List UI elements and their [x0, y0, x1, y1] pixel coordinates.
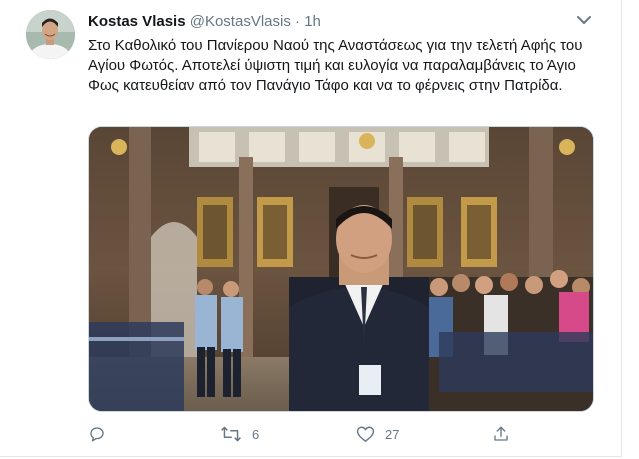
retweet-count: 6	[252, 426, 260, 442]
more-options-button[interactable]	[573, 12, 595, 28]
tweet-photo[interactable]	[88, 126, 594, 412]
retweet-button[interactable]: 6	[220, 424, 259, 444]
share-icon	[494, 426, 508, 441]
heart-icon	[356, 426, 375, 442]
timestamp[interactable]: 1h	[304, 13, 321, 30]
tweet-card[interactable]: Kostas Vlasis @KostasVlasis · 1h Στο Καθ…	[0, 0, 622, 457]
tweet-text: Στο Καθολικό του Πανίερου Ναού της Αναστ…	[88, 37, 583, 94]
retweet-icon	[221, 426, 241, 442]
tweet-actions: 6 27	[88, 424, 518, 444]
like-button[interactable]: 27	[356, 424, 399, 444]
tweet-header: Kostas Vlasis @KostasVlasis · 1h	[88, 13, 321, 31]
avatar[interactable]	[26, 10, 75, 59]
reply-icon	[90, 427, 104, 442]
reply-button[interactable]	[88, 424, 116, 444]
separator: ·	[295, 13, 301, 30]
author-handle[interactable]: @KostasVlasis	[190, 13, 291, 30]
like-count: 27	[385, 426, 400, 442]
author-name[interactable]: Kostas Vlasis	[88, 13, 186, 30]
share-button[interactable]	[492, 424, 510, 444]
chevron-down-icon	[577, 16, 591, 24]
